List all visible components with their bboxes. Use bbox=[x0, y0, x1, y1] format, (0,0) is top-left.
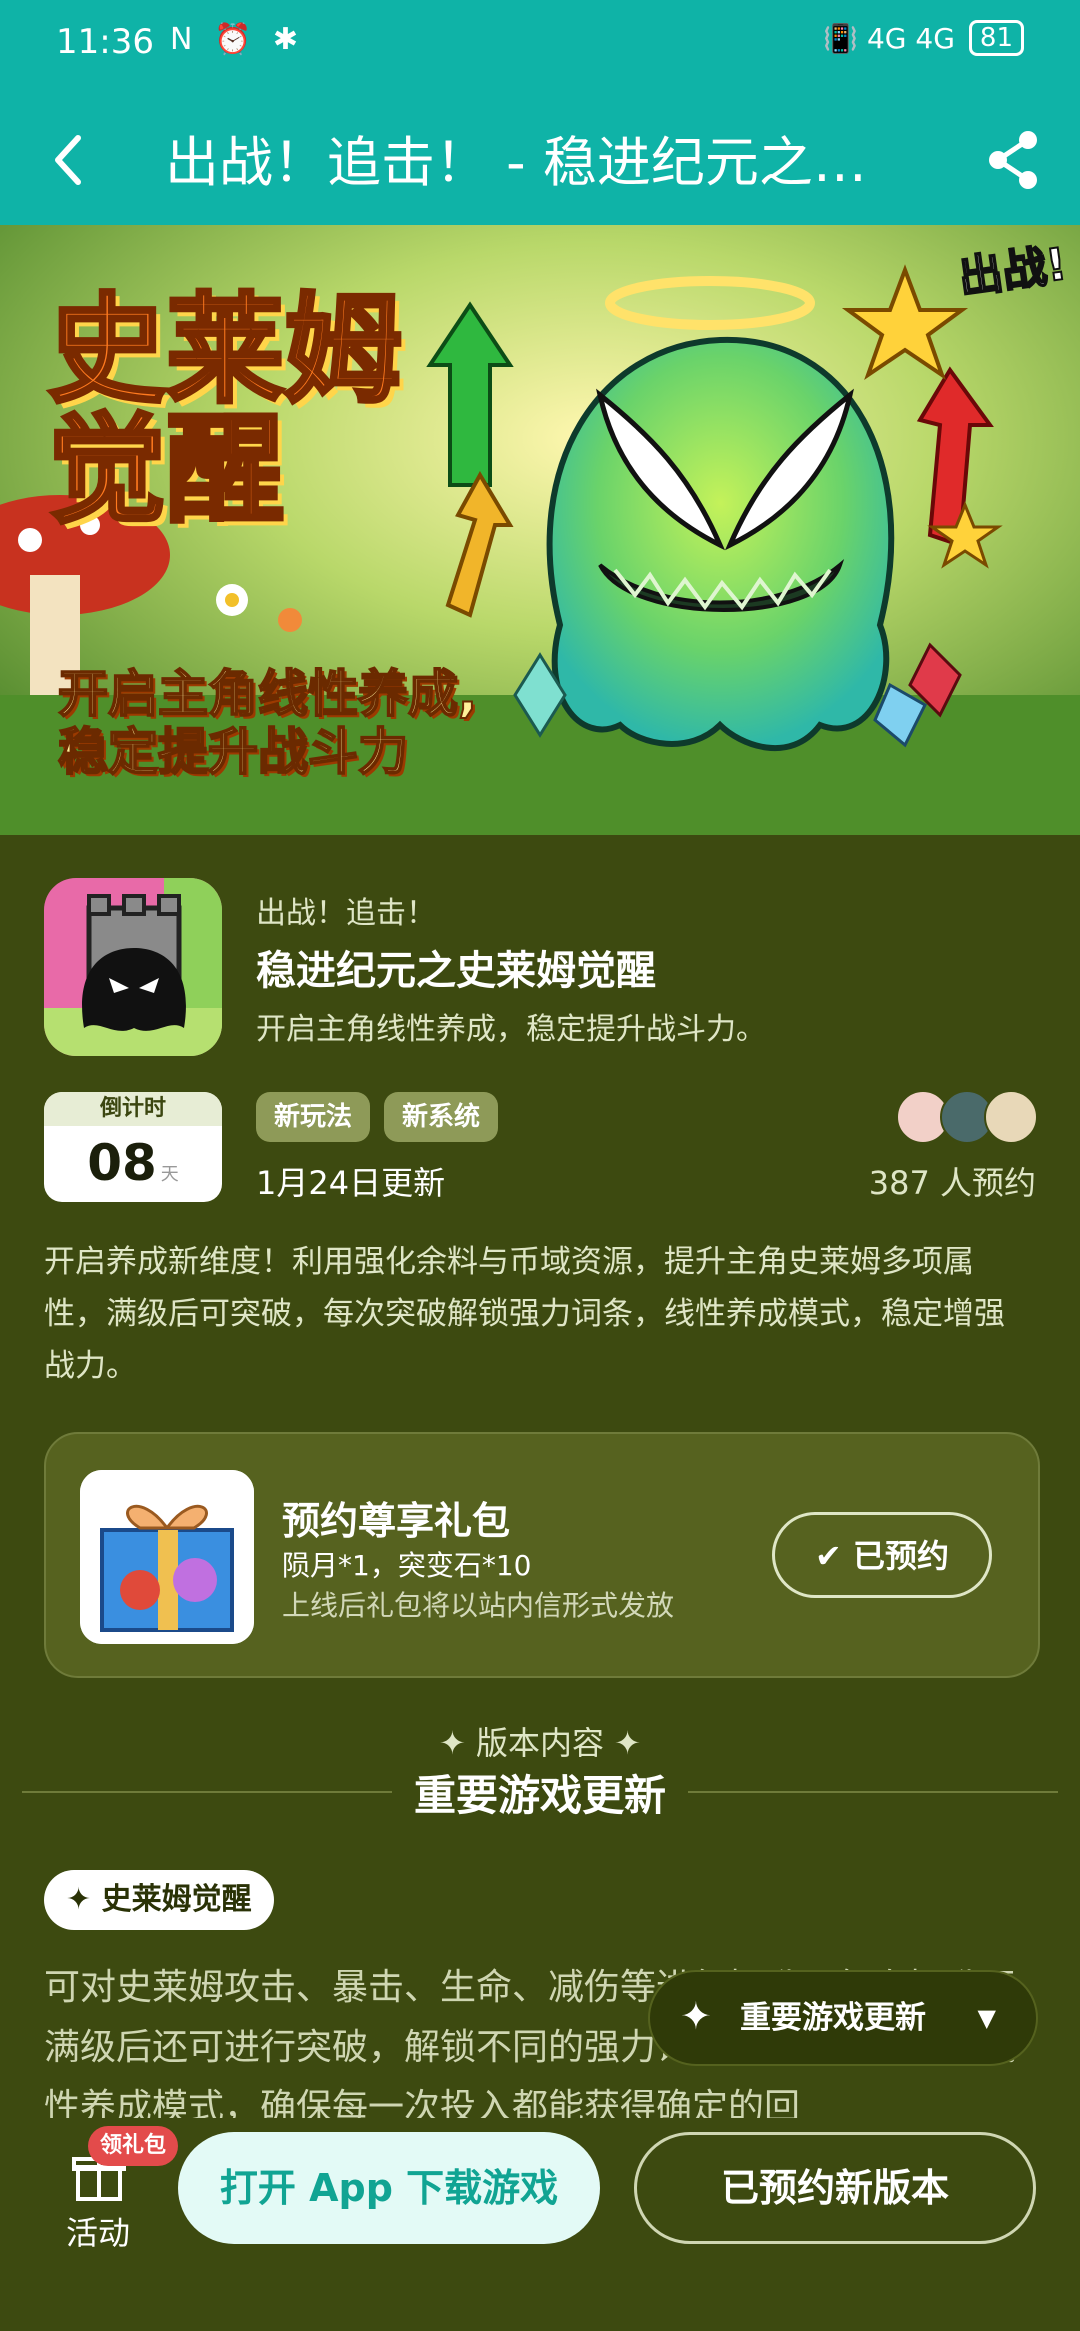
banner-subtitle-line1: 开启主角线性养成, bbox=[57, 664, 478, 724]
gift-badge: 领礼包 bbox=[88, 2126, 179, 2166]
open-app-button[interactable]: 打开 App 下载游戏 bbox=[178, 2132, 600, 2244]
banner-subtitle: 开启主角线性养成, 稳定提升战斗力 bbox=[57, 664, 478, 782]
game-icon bbox=[44, 878, 222, 1056]
status-time: 11:36 bbox=[56, 22, 154, 62]
reserved-button[interactable]: ✔ 已预约 bbox=[772, 1512, 992, 1598]
reserver-avatars bbox=[896, 1090, 1038, 1144]
reserved-button-label: 已预约 bbox=[852, 1537, 949, 1575]
divider bbox=[688, 1791, 1058, 1793]
chevron-left-icon bbox=[55, 135, 81, 185]
gift-pack-card: 预约尊享礼包 陨月*1，突变石*10 上线后礼包将以站内信形式发放 ✔ 已预约 bbox=[44, 1432, 1040, 1678]
battery-icon: 81 bbox=[968, 20, 1024, 56]
version-label: ✦ 版本内容 ✦ bbox=[439, 1724, 641, 1762]
back-button[interactable] bbox=[40, 120, 100, 200]
status-right: 📳 4G 4G 81 bbox=[823, 20, 1024, 56]
update-date: 1月24日更新 bbox=[256, 1164, 446, 1202]
top-bar: 11:36 N ⏰ ✱ 📳 4G 4G 81 出战！追击！ - 稳进纪元之… bbox=[0, 0, 1080, 225]
gift-title: 预约尊享礼包 bbox=[282, 1499, 511, 1543]
hero-banner: 史莱姆觉醒 开启主角线性养成, 稳定提升战斗力 出战! bbox=[0, 225, 1080, 835]
countdown-number: 08 bbox=[87, 1134, 157, 1192]
countdown-unit: 天 bbox=[160, 1164, 179, 1185]
reserve-count: 387 人预约 bbox=[868, 1164, 1036, 1202]
reserved-version-button[interactable]: 已预约新版本 bbox=[634, 2132, 1036, 2244]
game-description: 开启主角线性养成，稳定提升战斗力。 bbox=[256, 1012, 766, 1047]
check-icon: ✔ bbox=[815, 1537, 853, 1575]
chevron-down-icon: ▼ bbox=[977, 2004, 996, 2032]
gift-box-icon bbox=[80, 1470, 254, 1644]
avatar bbox=[984, 1090, 1038, 1144]
countdown-card: 倒计时 08 天 bbox=[44, 1092, 222, 1202]
share-button[interactable] bbox=[984, 128, 1044, 192]
activity-label: 活动 bbox=[66, 2214, 131, 2252]
castle-slime-icon bbox=[44, 878, 222, 1056]
countdown-label: 倒计时 bbox=[44, 1092, 222, 1126]
gift-items: 陨月*1，突变石*10 bbox=[282, 1549, 532, 1582]
countdown-value: 08 天 bbox=[44, 1126, 222, 1202]
game-subtitle: 出战！追击！ bbox=[256, 896, 436, 931]
signal-icons: 📳 4G 4G bbox=[823, 21, 955, 55]
status-left-icons: N ⏰ ✱ bbox=[170, 22, 305, 57]
feature-chip: ✦ 史莱姆觉醒 bbox=[44, 1870, 274, 1930]
gift-image bbox=[80, 1470, 254, 1644]
share-icon bbox=[989, 131, 1037, 189]
section-jump-label: 重要游戏更新 bbox=[740, 2000, 926, 2036]
section-jump-dropdown[interactable]: ✦ 重要游戏更新 ▼ bbox=[648, 1970, 1038, 2066]
page-title: 出战！追击！ - 稳进纪元之… bbox=[165, 131, 867, 194]
intro-text: 开启养成新维度！利用强化余料与币域资源，提升主角史莱姆多项属性，满级后可突破，每… bbox=[44, 1244, 1005, 1384]
banner-subtitle-line2: 稳定提升战斗力 bbox=[57, 722, 409, 782]
banner-title: 史莱姆觉醒 bbox=[46, 281, 404, 539]
sparkle-icon: ✦ bbox=[680, 1994, 712, 2038]
tag-new-system: 新系统 bbox=[384, 1092, 499, 1142]
tag-new-gameplay: 新玩法 bbox=[256, 1092, 371, 1142]
gift-note: 上线后礼包将以站内信形式发放 bbox=[282, 1589, 675, 1622]
game-name: 稳进纪元之史莱姆觉醒 bbox=[256, 948, 656, 994]
